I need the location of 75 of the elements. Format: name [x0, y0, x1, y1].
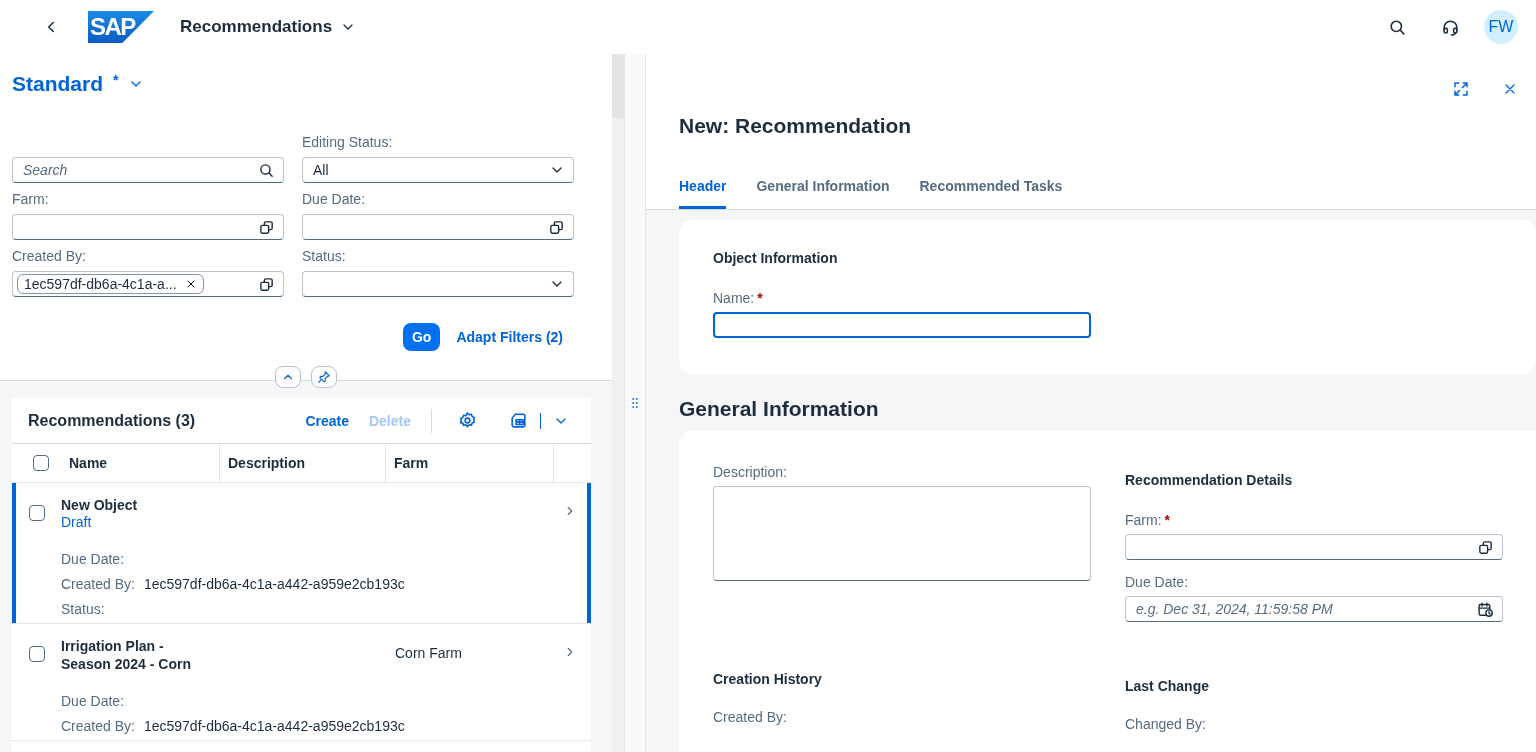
pin-header-button[interactable] [311, 366, 337, 388]
spreadsheet-icon [509, 411, 528, 430]
select-field[interactable]: All [302, 157, 574, 183]
calendar-clock-icon [1477, 600, 1494, 618]
select-field[interactable] [302, 271, 574, 297]
value-help-icon [548, 218, 565, 236]
value-help-field[interactable] [12, 214, 284, 240]
filter-label: Farm: [12, 191, 50, 207]
field-label: Changed By: [1125, 716, 1207, 732]
table-row[interactable]: Irrigation Plan - Season 2024 - Corn Corn Farm Due Date: Created By: 1ec597df-db6a-4c1a-a442-a959e2cb193c [12, 624, 591, 741]
headset-icon [1441, 17, 1460, 37]
detail-label: Status: [61, 601, 105, 617]
filter-label: Due Date: [302, 191, 367, 207]
group-title: Creation History [713, 671, 823, 687]
group-title: Recommendation Details [1125, 472, 1294, 488]
field-label: Farm: [1125, 512, 1162, 528]
due-date-input[interactable]: e.g. Dec 31, 2024, 11:59:58 PM [1125, 596, 1503, 622]
collapse-header-button[interactable] [275, 366, 301, 388]
group-title: Last Change [1125, 678, 1210, 694]
table-action[interactable]: Create [305, 412, 349, 429]
field-label: Name: [713, 290, 755, 306]
row-checkbox[interactable] [28, 646, 45, 662]
value-help-field[interactable] [302, 214, 574, 240]
adapt-filters-link[interactable]: Adapt Filters (2) [456, 329, 563, 345]
variant-selector[interactable]: Standard * [12, 72, 145, 96]
filter-token[interactable]: 1ec597df-db6a-4c1a-a... [17, 274, 204, 294]
detail-label: Created By: [61, 718, 135, 734]
expand-icon [1452, 80, 1470, 98]
app-title-menu[interactable]: Recommendations [180, 17, 357, 37]
field-label: Created By: [713, 709, 788, 725]
search-field[interactable]: Search [12, 157, 284, 183]
column-header[interactable]: Farm [386, 444, 554, 482]
farm-input[interactable] [1125, 534, 1503, 560]
value-help-icon [258, 275, 275, 293]
required-mark: * [757, 290, 763, 306]
go-button[interactable]: Go [402, 323, 441, 351]
description-input[interactable] [713, 486, 1091, 581]
search-icon [258, 161, 275, 179]
table-title: Recommendations (3) [28, 411, 197, 430]
detail-label: Due Date: [61, 693, 125, 709]
field-label: Due Date: [1125, 574, 1189, 590]
splitter-handle[interactable] [624, 54, 646, 752]
detail-label: Due Date: [61, 551, 125, 567]
detail-value: 1ec597df-db6a-4c1a-a442-a959e2cb193c [143, 576, 405, 592]
column-header[interactable]: Name [61, 444, 220, 482]
detail-label: Created By: [61, 576, 135, 592]
row-status: Draft [61, 514, 93, 531]
group-title: Object Information [713, 250, 839, 266]
table-row[interactable]: New Object Draft Due Date: Created By: 1ec597df-db6a-4c1a-a442-a959e2cb193c Status: [12, 483, 591, 624]
value-help-icon [1477, 538, 1494, 556]
filter-label: Status: [302, 248, 347, 264]
filter-label: Editing Status: [302, 134, 394, 150]
settings-icon [458, 411, 477, 430]
detail-value: 1ec597df-db6a-4c1a-a442-a959e2cb193c [143, 718, 405, 734]
search-icon [1388, 17, 1407, 37]
section-title: General Information [679, 397, 880, 421]
section-tab[interactable]: General Information [756, 178, 890, 209]
object-title: New: Recommendation [678, 113, 913, 138]
scrollbar-thumb[interactable] [612, 54, 624, 118]
pin-icon [317, 370, 331, 384]
field-label: Description: [713, 464, 788, 480]
user-avatar[interactable]: FW [1484, 10, 1518, 44]
value-help-icon [258, 218, 275, 236]
select-all-checkbox[interactable] [32, 455, 49, 471]
section-tab[interactable]: Recommended Tasks [919, 178, 1063, 209]
row-name: Irrigation Plan - Season 2024 - Corn [61, 637, 192, 673]
filter-label: Created By: [12, 248, 87, 264]
value-help-field[interactable]: 1ec597df-db6a-4c1a-a... [12, 271, 284, 297]
table-cell: Corn Farm [395, 645, 462, 661]
logo[interactable]: SAP [88, 11, 154, 43]
row-checkbox[interactable] [28, 505, 45, 521]
name-input[interactable] [713, 312, 1091, 338]
column-header[interactable]: Description [220, 444, 386, 482]
row-name: New Object [61, 496, 139, 514]
required-mark: * [1164, 512, 1170, 528]
